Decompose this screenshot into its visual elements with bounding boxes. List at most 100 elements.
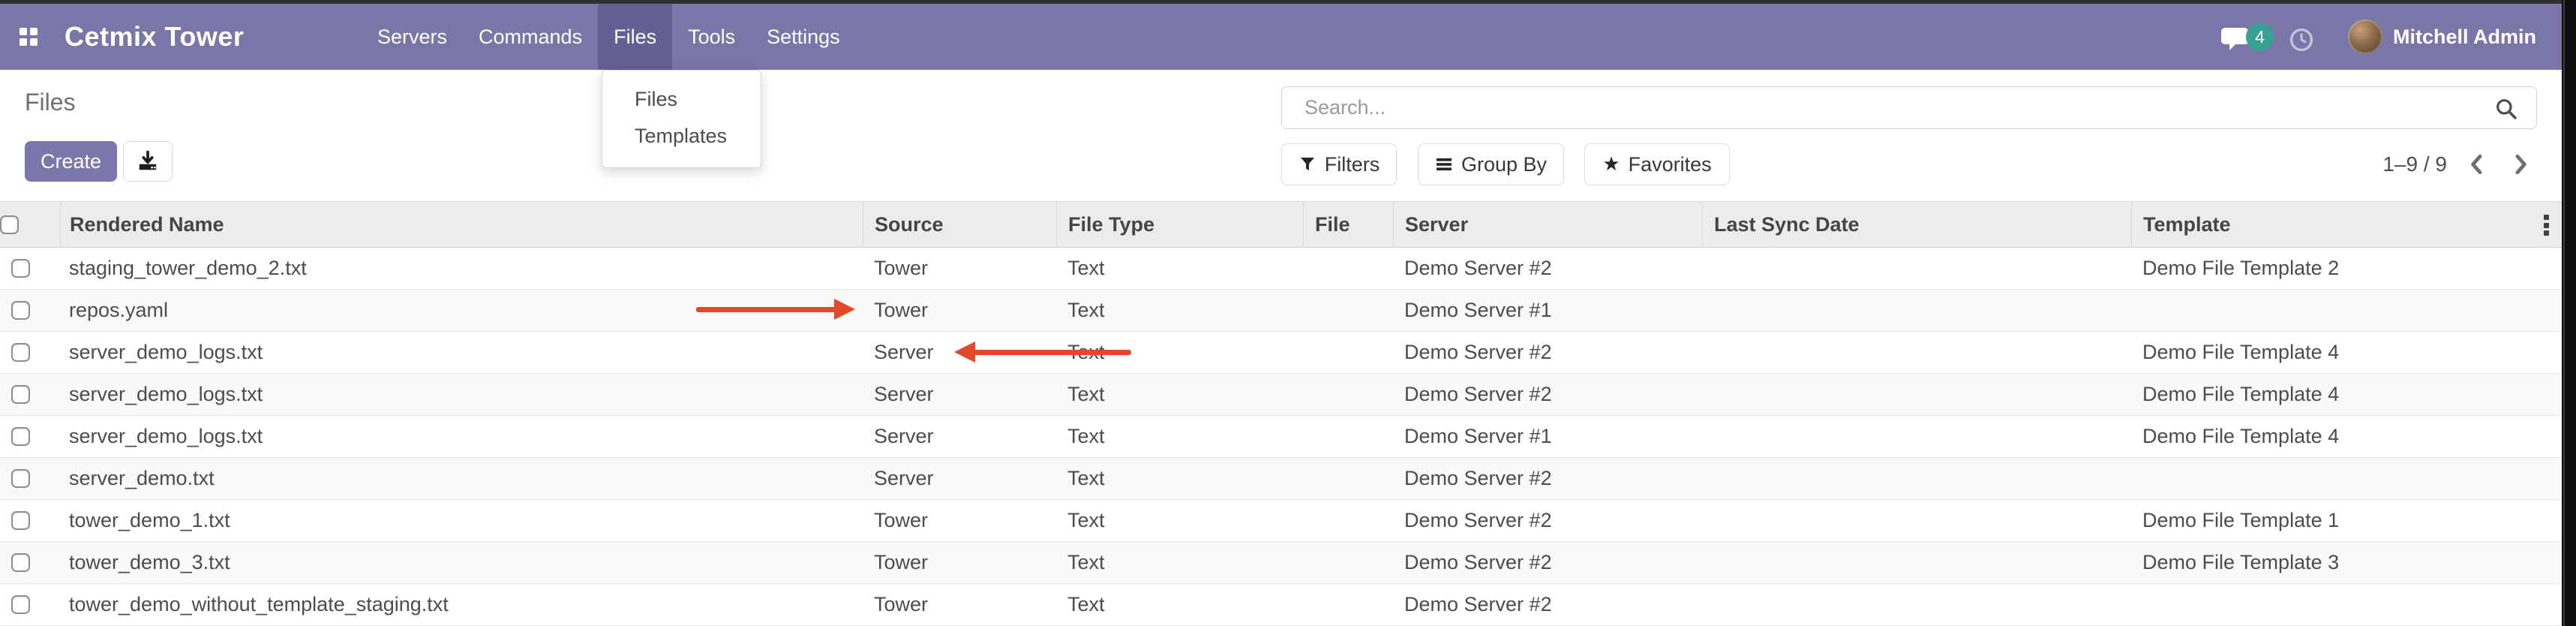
column-header-rendered-name[interactable]: Rendered Name: [60, 202, 863, 247]
cell-rendered-name: server_demo.txt: [60, 458, 863, 499]
row-checkbox[interactable]: [11, 301, 30, 320]
cell-source: Tower: [863, 248, 1056, 289]
row-checkbox[interactable]: [11, 511, 30, 530]
cell-template: Demo File Template 4: [2131, 374, 2562, 415]
files-list-table: Rendered Name Source File Type File Serv…: [0, 201, 2562, 626]
pager-next-icon[interactable]: [2508, 152, 2532, 176]
table-row[interactable]: server_demo_logs.txt Server Text Demo Se…: [0, 332, 2562, 374]
column-header-file[interactable]: File: [1303, 202, 1393, 247]
table-row[interactable]: server_demo_logs.txt Server Text Demo Se…: [0, 374, 2562, 416]
pager-range: 1–9 / 9: [2295, 143, 2447, 185]
cell-file-type: Text: [1056, 500, 1303, 541]
export-button[interactable]: [123, 141, 173, 182]
menu-item-files[interactable]: Files: [598, 4, 672, 70]
cell-last-sync-date: [1702, 458, 2131, 499]
row-checkbox[interactable]: [11, 595, 30, 614]
cell-file: [1303, 542, 1393, 583]
favorites-button[interactable]: ★ Favorites: [1584, 143, 1730, 185]
cell-server: Demo Server #2: [1393, 248, 1702, 289]
main-menu: Servers Commands Files Tools Settings: [362, 4, 856, 70]
pager-previous-icon[interactable]: [2465, 152, 2489, 176]
cell-server: Demo Server #2: [1393, 584, 1702, 625]
group-by-button[interactable]: Group By: [1418, 143, 1564, 185]
window-right-edge: [2562, 0, 2576, 626]
user-menu[interactable]: Mitchell Admin: [2393, 4, 2536, 70]
apps-grid-square: [30, 28, 38, 35]
cell-rendered-name: server_demo_logs.txt: [60, 332, 863, 373]
download-icon: [137, 150, 159, 173]
dropdown-item-templates[interactable]: Templates: [602, 118, 761, 155]
select-all-checkbox[interactable]: [0, 215, 19, 234]
column-header-template[interactable]: Template: [2131, 202, 2562, 247]
cell-server: Demo Server #1: [1393, 290, 1702, 331]
search-icon[interactable]: [2494, 97, 2518, 121]
cell-server: Demo Server #2: [1393, 542, 1702, 583]
cell-file: [1303, 290, 1393, 331]
cell-source: Server: [863, 458, 1056, 499]
messages-count-badge[interactable]: 4: [2246, 23, 2274, 51]
favorites-label: Favorites: [1629, 153, 1712, 176]
cell-template: [2131, 458, 2562, 499]
cell-template: Demo File Template 4: [2131, 416, 2562, 457]
cell-server: Demo Server #2: [1393, 374, 1702, 415]
table-row[interactable]: tower_demo_1.txt Tower Text Demo Server …: [0, 500, 2562, 542]
cell-template: Demo File Template 2: [2131, 248, 2562, 289]
table-header-row: Rendered Name Source File Type File Serv…: [0, 201, 2562, 248]
optional-columns-toggle-icon[interactable]: [2544, 215, 2551, 236]
cell-last-sync-date: [1702, 542, 2131, 583]
row-checkbox[interactable]: [11, 343, 30, 362]
cell-last-sync-date: [1702, 374, 2131, 415]
table-row[interactable]: server_demo.txt Server Text Demo Server …: [0, 458, 2562, 500]
apps-grid-square: [30, 38, 38, 46]
cell-last-sync-date: [1702, 500, 2131, 541]
apps-grid-square: [20, 38, 27, 46]
cell-server: Demo Server #1: [1393, 416, 1702, 457]
row-checkbox[interactable]: [11, 385, 30, 404]
cell-file-type: Text: [1056, 542, 1303, 583]
cell-file: [1303, 458, 1393, 499]
dropdown-item-files[interactable]: Files: [602, 81, 761, 118]
row-checkbox[interactable]: [11, 427, 30, 446]
column-header-server[interactable]: Server: [1393, 202, 1702, 247]
menu-item-commands[interactable]: Commands: [463, 4, 598, 70]
cell-source: Server: [863, 416, 1056, 457]
user-avatar[interactable]: [2348, 20, 2382, 54]
cell-rendered-name: server_demo_logs.txt: [60, 416, 863, 457]
cell-template: [2131, 290, 2562, 331]
cell-source: Tower: [863, 500, 1056, 541]
cell-file-type: Text: [1056, 584, 1303, 625]
table-row[interactable]: staging_tower_demo_2.txt Tower Text Demo…: [0, 248, 2562, 290]
row-checkbox[interactable]: [11, 553, 30, 572]
table-row[interactable]: server_demo_logs.txt Server Text Demo Se…: [0, 416, 2562, 458]
table-row[interactable]: repos.yaml Tower Text Demo Server #1: [0, 290, 2562, 332]
cell-source: Tower: [863, 290, 1056, 331]
row-checkbox[interactable]: [11, 469, 30, 488]
cell-file: [1303, 416, 1393, 457]
menu-item-servers[interactable]: Servers: [362, 4, 463, 70]
create-button[interactable]: Create: [25, 141, 117, 182]
column-header-file-type[interactable]: File Type: [1056, 202, 1303, 247]
app-brand[interactable]: Cetmix Tower: [65, 4, 244, 70]
row-checkbox[interactable]: [11, 259, 30, 278]
cell-server: Demo Server #2: [1393, 332, 1702, 373]
apps-grid-icon[interactable]: [20, 28, 38, 46]
menu-item-tools[interactable]: Tools: [672, 4, 751, 70]
apps-grid-square: [20, 28, 27, 35]
table-row[interactable]: tower_demo_3.txt Tower Text Demo Server …: [0, 542, 2562, 584]
column-header-source[interactable]: Source: [863, 202, 1056, 247]
cell-source: Tower: [863, 584, 1056, 625]
activities-clock-icon[interactable]: [2289, 27, 2314, 53]
table-row[interactable]: tower_demo_without_template_staging.txt …: [0, 584, 2562, 626]
cell-last-sync-date: [1702, 332, 2131, 373]
search-bar: [1281, 86, 2537, 129]
cell-file-type: Text: [1056, 332, 1303, 373]
cell-last-sync-date: [1702, 290, 2131, 331]
cell-source: Tower: [863, 542, 1056, 583]
cell-template: [2131, 584, 2562, 625]
menu-item-settings[interactable]: Settings: [751, 4, 856, 70]
column-header-last-sync-date[interactable]: Last Sync Date: [1702, 202, 2131, 247]
star-icon: ★: [1602, 154, 1620, 173]
search-input[interactable]: [1282, 87, 2536, 128]
filters-button[interactable]: Filters: [1281, 143, 1397, 185]
filter-funnel-icon: [1299, 155, 1317, 173]
